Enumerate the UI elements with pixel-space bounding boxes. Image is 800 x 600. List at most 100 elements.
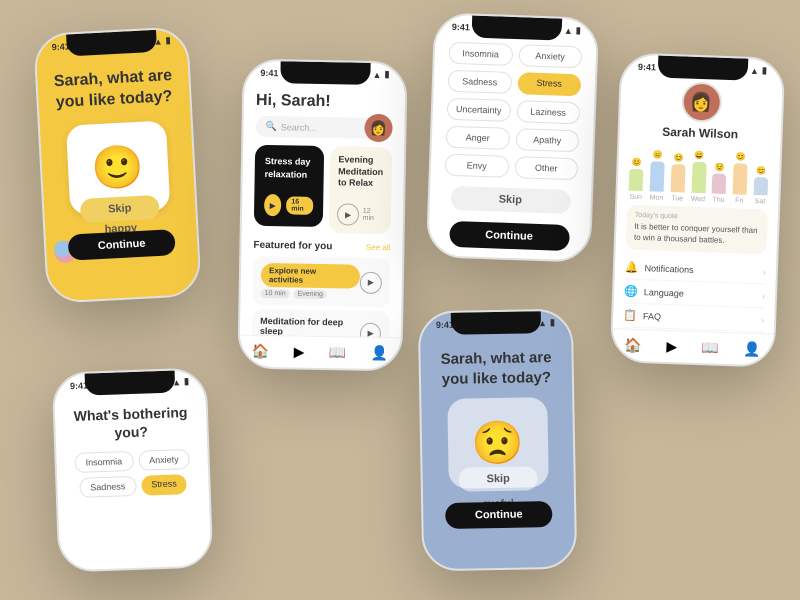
nav-home-icon[interactable]: 🏠 [624,337,642,355]
mood-question: Sarah, what are you like today? [434,348,558,389]
bar-mon [650,161,665,191]
phone-content: Sarah, what are you like today? 😟 rueful… [420,330,575,572]
bar-fri [733,163,748,194]
menu-item-left: 🔔 Notifications [625,261,694,276]
tag-stress[interactable]: Stress [517,72,581,96]
card1-title: Stress day relaxation [265,155,315,181]
featured-cards-row: Stress day relaxation ▶ 16 min Evening M… [254,145,393,235]
phone-content: Insomnia Anxiety Sadness Stress Uncertai… [428,33,597,259]
nav-play-icon[interactable]: ▶ [666,338,677,355]
chevron-icon: › [763,267,766,277]
phone-home: 9:41 ●●● ▲ ▮ Hi, Sarah! 👩 🔍 Search... St… [237,59,407,372]
mood-chart: 😊 Sun 😐 Mon 😊 Tue [627,146,770,206]
status-time: 9:41 [452,21,470,32]
duration-1: 16 min [286,197,314,215]
play-button-2[interactable]: ▶ [337,203,359,225]
chevron-icon: › [761,315,764,325]
nav-profile-icon[interactable]: 👤 [743,341,761,359]
play-button-activity-1[interactable]: ▶ [360,271,382,293]
nav-play-icon[interactable]: ▶ [294,344,305,361]
status-time: 9:41 [638,61,656,72]
profile-header: 👩 Sarah Wilson [629,80,772,143]
search-icon: 🔍 [265,121,276,132]
faq-icon: 📋 [623,309,637,322]
notch [450,311,540,335]
activity-1-meta: 10 min Evening [261,289,360,300]
nav-book-icon[interactable]: 📖 [701,339,719,357]
day-tue: Tue [671,195,683,202]
menu-item-left: 🌐 Language [624,285,684,300]
section-title: Featured for you [253,240,332,252]
wifi-icon: ▲ [373,69,382,79]
bar-sun [629,169,644,191]
skip-button[interactable]: Skip [450,186,571,214]
bar-thu [712,174,727,194]
tag-uncertainty[interactable]: Uncertainty [447,98,511,122]
tag-sadness[interactable]: Sadness [448,70,512,94]
chart-col-fri: 😊 Fri [731,152,750,205]
tag-apathy[interactable]: Apathy [515,128,579,152]
quote-text: It is better to conquer yourself than to… [634,221,760,248]
continue-button[interactable]: Continue [445,501,553,529]
nav-book-icon[interactable]: 📖 [329,344,347,361]
bar-wed [691,162,706,193]
quote-box: Today's quote It is better to conquer yo… [626,205,768,255]
tag-stress[interactable]: Stress [141,474,187,496]
see-all-link[interactable]: See all [366,243,391,252]
nav-profile-icon[interactable]: 👤 [371,345,389,362]
search-placeholder: Search... [281,122,317,133]
day-sun: Sun [629,194,642,201]
tag-anxiety[interactable]: Anxiety [518,44,582,68]
language-label: Language [644,287,684,298]
activity-row-1: Explore new activities 10 min Evening ▶ [252,256,390,307]
battery-icon: ▮ [165,35,171,46]
tag-sadness[interactable]: Sadness [79,476,137,498]
phone-rueful-mood: 9:41 ●●● ▲ ▮ Sarah, what are you like to… [418,309,578,572]
notifications-icon: 🔔 [625,261,639,274]
phone-bothering: 9:41 ●●● ▲ ▮ What's bothering you? Insom… [52,367,214,572]
phone-content: Sarah, what are you like today? 🙂 happy … [36,47,201,304]
time-tag-1: Evening [294,290,327,300]
tag-anger[interactable]: Anger [446,126,510,150]
notch [84,370,175,395]
bar-tue [670,164,685,192]
continue-button[interactable]: Continue [449,221,570,251]
action-buttons: Skip Continue [442,186,577,252]
tag-insomnia[interactable]: Insomnia [74,451,133,473]
phone-content: 👩 Sarah Wilson 😊 Sun 😐 Mon � [613,73,783,339]
chevron-icon: › [762,291,765,301]
featured-card-2: Evening Meditation to Relax ▶ 12 min [329,146,392,234]
notifications-label: Notifications [644,263,693,275]
explore-pill: Explore new activities [261,263,360,289]
battery-icon: ▮ [384,69,389,80]
continue-button[interactable]: Continue [67,229,176,261]
section-header: Featured for you See all [253,240,390,253]
greeting-text: Hi, Sarah! [256,92,393,112]
skip-button[interactable]: Skip [80,195,160,223]
nav-home-icon[interactable]: 🏠 [252,343,270,360]
emoji-mon: 😐 [653,150,663,159]
featured-card-1: Stress day relaxation ▶ 16 min [254,145,325,227]
tag-other[interactable]: Other [514,156,578,180]
happy-face: 🙂 [90,145,144,190]
notch [280,61,370,85]
tag-envy[interactable]: Envy [445,154,509,178]
emoji-wed: 😄 [694,151,704,160]
profile-name: Sarah Wilson [662,125,738,142]
bar-sat [753,177,768,195]
skip-button[interactable]: Skip [458,466,538,491]
wifi-icon: ▲ [564,25,573,35]
tag-laziness[interactable]: Laziness [516,100,580,124]
phone-happy-mood: 9:41 ●●● ▲ ▮ Sarah, what are you like to… [33,26,202,304]
duration-tag-1: 10 min [261,289,290,299]
day-mon: Mon [650,194,664,201]
notch [657,56,748,81]
battery-icon: ▮ [550,317,555,328]
activity-1-info: Explore new activities 10 min Evening [261,263,361,300]
battery-icon: ▮ [762,65,767,76]
play-button-1[interactable]: ▶ [264,194,282,216]
emoji-sat: 😊 [756,166,766,175]
tag-insomnia[interactable]: Insomnia [449,42,513,66]
tag-anxiety[interactable]: Anxiety [138,449,190,471]
chart-col-sat: 😊 Sat [752,153,771,206]
